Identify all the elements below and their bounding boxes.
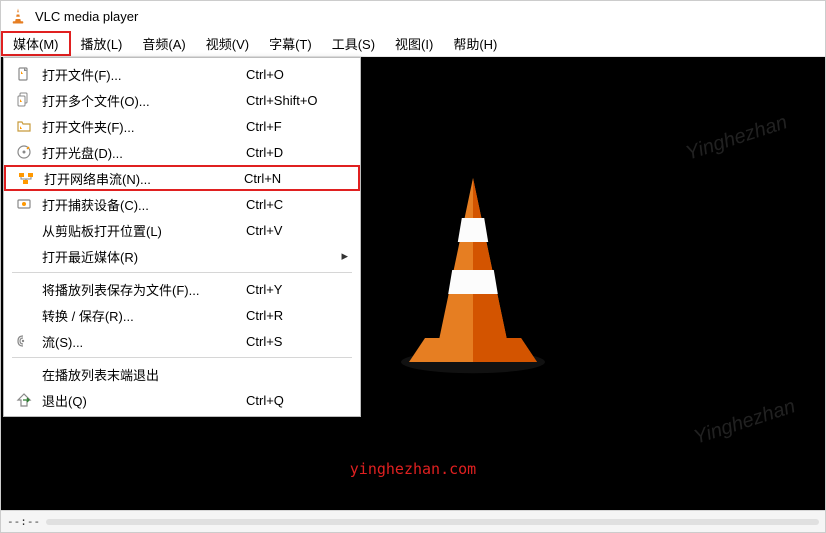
menu-item-label: 转换 / 保存(R)... bbox=[36, 306, 246, 325]
menu-item[interactable]: 转换 / 保存(R)...Ctrl+R bbox=[4, 302, 360, 328]
menu-视频[interactable]: 视频(V) bbox=[196, 31, 259, 56]
menu-item[interactable]: 打开最近媒体(R) ▸ bbox=[4, 243, 360, 269]
file-icon bbox=[12, 66, 36, 82]
menu-音频[interactable]: 音频(A) bbox=[132, 31, 195, 56]
menu-item-label: 打开捕获设备(C)... bbox=[36, 195, 246, 214]
folder-icon bbox=[12, 118, 36, 134]
menu-item[interactable]: 退出(Q)Ctrl+Q bbox=[4, 387, 360, 413]
menu-item-shortcut: Ctrl+O bbox=[246, 67, 336, 82]
menu-item-label: 从剪贴板打开位置(L) bbox=[36, 221, 246, 240]
menu-字幕[interactable]: 字幕(T) bbox=[259, 31, 322, 56]
menu-item-label: 打开光盘(D)... bbox=[36, 143, 246, 162]
window-title: VLC media player bbox=[35, 9, 138, 24]
menu-item-shortcut: Ctrl+C bbox=[246, 197, 336, 212]
menu-帮助[interactable]: 帮助(H) bbox=[443, 31, 507, 56]
menu-item-shortcut: Ctrl+Shift+O bbox=[246, 93, 336, 108]
menu-item-shortcut: Ctrl+N bbox=[244, 171, 334, 186]
menu-item[interactable]: 打开文件夹(F)...Ctrl+F bbox=[4, 113, 360, 139]
menu-item-label: 打开文件(F)... bbox=[36, 65, 246, 84]
menu-item[interactable]: 打开捕获设备(C)...Ctrl+C bbox=[4, 191, 360, 217]
disc-icon bbox=[12, 144, 36, 160]
menu-播放[interactable]: 播放(L) bbox=[71, 31, 133, 56]
menu-item-shortcut: Ctrl+Q bbox=[246, 393, 336, 408]
stream-icon bbox=[12, 333, 36, 349]
vlc-cone-icon bbox=[9, 7, 27, 25]
menu-item[interactable]: 打开光盘(D)...Ctrl+D bbox=[4, 139, 360, 165]
files-icon bbox=[12, 92, 36, 108]
menu-视图[interactable]: 视图(I) bbox=[385, 31, 443, 56]
menu-item[interactable]: 打开文件(F)...Ctrl+O bbox=[4, 61, 360, 87]
quit-icon bbox=[12, 392, 36, 408]
menu-item[interactable]: 流(S)...Ctrl+S bbox=[4, 328, 360, 354]
menu-item-label: 打开最近媒体(R) bbox=[36, 247, 246, 266]
menu-item-shortcut: Ctrl+R bbox=[246, 308, 336, 323]
menu-item-label: 打开文件夹(F)... bbox=[36, 117, 246, 136]
vlc-cone-logo bbox=[393, 169, 553, 379]
status-bar: --:-- bbox=[1, 510, 825, 532]
watermark-url: yinghezhan.com bbox=[350, 460, 476, 478]
menu-item[interactable]: 将播放列表保存为文件(F)...Ctrl+Y bbox=[4, 276, 360, 302]
menu-item-shortcut: Ctrl+S bbox=[246, 334, 336, 349]
menubar: 媒体(M)播放(L)音频(A)视频(V)字幕(T)工具(S)视图(I)帮助(H) bbox=[1, 31, 825, 57]
menu-item-label: 打开网络串流(N)... bbox=[38, 169, 244, 188]
menu-item[interactable]: 在播放列表末端退出 bbox=[4, 361, 360, 387]
menu-工具[interactable]: 工具(S) bbox=[322, 31, 385, 56]
capture-icon bbox=[12, 196, 36, 212]
menu-item-shortcut: Ctrl+V bbox=[246, 223, 336, 238]
app-window: VLC media player 媒体(M)播放(L)音频(A)视频(V)字幕(… bbox=[0, 0, 826, 533]
menu-item-label: 将播放列表保存为文件(F)... bbox=[36, 280, 246, 299]
menu-item-label: 流(S)... bbox=[36, 332, 246, 351]
menu-separator bbox=[12, 357, 352, 358]
menu-媒体[interactable]: 媒体(M) bbox=[1, 31, 71, 56]
network-icon bbox=[14, 170, 38, 186]
chevron-right-icon: ▸ bbox=[336, 248, 348, 264]
titlebar: VLC media player bbox=[1, 1, 825, 31]
menu-item-shortcut: Ctrl+Y bbox=[246, 282, 336, 297]
elapsed-time: --:-- bbox=[7, 515, 40, 528]
menu-item[interactable]: 打开网络串流(N)...Ctrl+N bbox=[4, 165, 360, 191]
watermark-text: Yinghezhan bbox=[683, 111, 790, 165]
menu-item-shortcut: Ctrl+F bbox=[246, 119, 336, 134]
menu-item[interactable]: 打开多个文件(O)...Ctrl+Shift+O bbox=[4, 87, 360, 113]
menu-item-label: 打开多个文件(O)... bbox=[36, 91, 246, 110]
watermark-text: Yinghezhan bbox=[691, 395, 798, 449]
menu-item-label: 在播放列表末端退出 bbox=[36, 365, 246, 384]
media-menu-dropdown: 打开文件(F)...Ctrl+O打开多个文件(O)...Ctrl+Shift+O… bbox=[3, 57, 361, 417]
seek-slider[interactable] bbox=[46, 519, 819, 525]
menu-separator bbox=[12, 272, 352, 273]
menu-item[interactable]: 从剪贴板打开位置(L)Ctrl+V bbox=[4, 217, 360, 243]
menu-item-shortcut: Ctrl+D bbox=[246, 145, 336, 160]
menu-item-label: 退出(Q) bbox=[36, 391, 246, 410]
